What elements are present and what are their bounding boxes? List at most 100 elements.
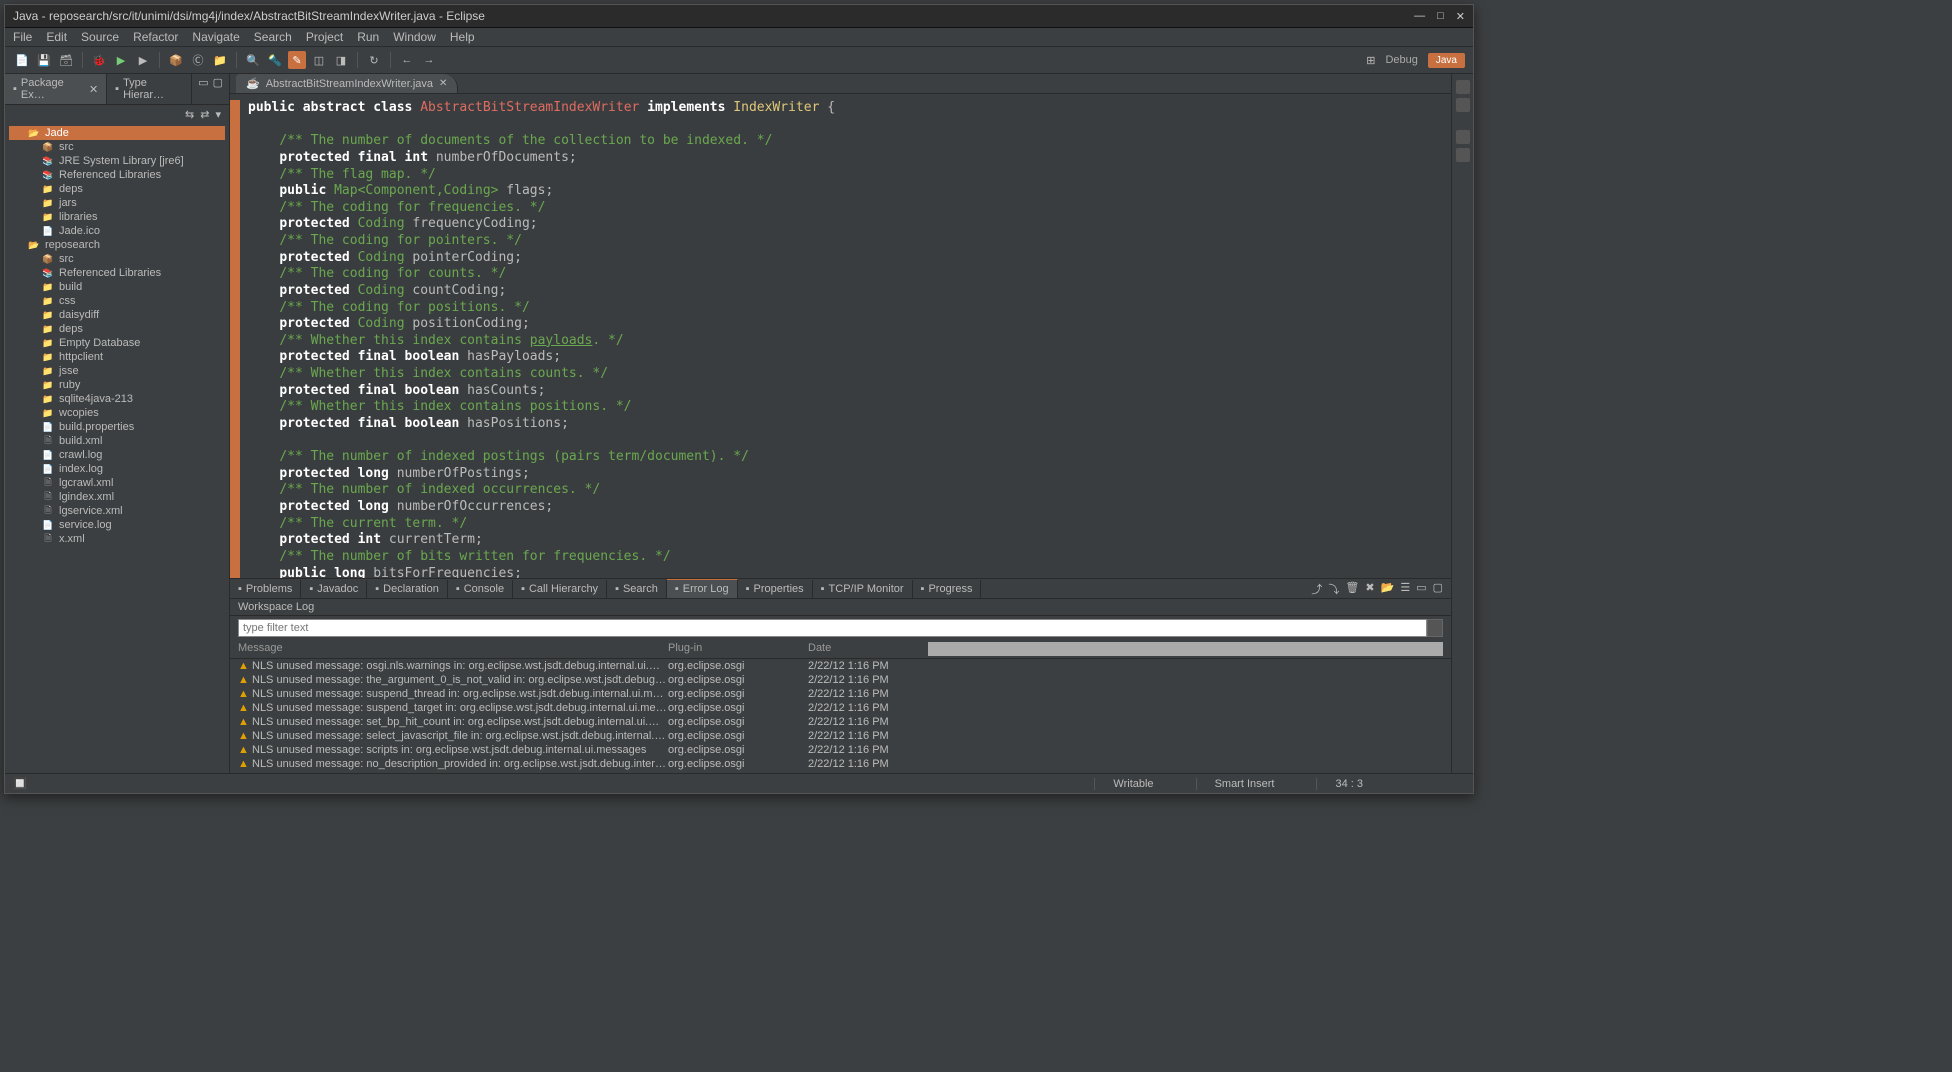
export-icon[interactable]: ⤴ bbox=[1311, 581, 1322, 597]
refresh-icon[interactable]: ↻ bbox=[365, 51, 383, 69]
clear-icon[interactable]: 🗑 bbox=[1345, 581, 1359, 597]
minimize-icon[interactable]: — bbox=[1414, 10, 1425, 23]
tree-row[interactable]: 🗎build.xml bbox=[9, 434, 225, 448]
tree-row[interactable]: 📂reposearch bbox=[9, 238, 225, 252]
run-last-icon[interactable]: ▶ bbox=[134, 51, 152, 69]
bottom-tab-search[interactable]: ▪Search bbox=[607, 580, 667, 598]
min-icon[interactable]: ▭ bbox=[1416, 581, 1426, 597]
tree-row[interactable]: 📚Referenced Libraries bbox=[9, 168, 225, 182]
debug-icon[interactable]: 🐞 bbox=[90, 51, 108, 69]
tree-row[interactable]: 📄Jade.ico bbox=[9, 224, 225, 238]
tree-row[interactable]: 📄crawl.log bbox=[9, 448, 225, 462]
new-folder-icon[interactable]: 📁 bbox=[211, 51, 229, 69]
collapse-all-icon[interactable]: ⇆ bbox=[185, 108, 194, 121]
tree-row[interactable]: 📁deps bbox=[9, 322, 225, 336]
menu-help[interactable]: Help bbox=[450, 30, 475, 44]
view-min-icon[interactable]: ▭ bbox=[198, 76, 208, 102]
open-type-icon[interactable]: 🔍 bbox=[244, 51, 262, 69]
view-menu-icon[interactable]: ▾ bbox=[215, 108, 221, 121]
filter-input[interactable] bbox=[238, 619, 1427, 637]
bottom-tab-tcp-ip-monitor[interactable]: ▪TCP/IP Monitor bbox=[813, 580, 913, 598]
close-tab-icon[interactable]: ✕ bbox=[439, 78, 447, 89]
toggle2-icon[interactable]: ◨ bbox=[332, 51, 350, 69]
log-row[interactable]: ▲NLS unused message: select_javascript_f… bbox=[230, 729, 1451, 743]
log-rows[interactable]: ▲NLS unused message: osgi.nls.warnings i… bbox=[230, 659, 1451, 773]
col-plugin[interactable]: Plug-in bbox=[668, 642, 808, 656]
new-class-icon[interactable]: Ⓒ bbox=[189, 51, 207, 69]
forward-icon[interactable]: → bbox=[420, 51, 438, 69]
menu-refactor[interactable]: Refactor bbox=[133, 30, 178, 44]
open-perspective-icon[interactable]: ⊞ bbox=[1366, 54, 1375, 67]
view-max-icon[interactable]: ▢ bbox=[213, 76, 223, 102]
tree-row[interactable]: 📁httpclient bbox=[9, 350, 225, 364]
col-date[interactable]: Date bbox=[808, 642, 928, 656]
tree-row[interactable]: 📄service.log bbox=[9, 518, 225, 532]
search-icon[interactable]: 🔦 bbox=[266, 51, 284, 69]
menu-file[interactable]: File bbox=[13, 30, 32, 44]
log-row[interactable]: ▲NLS unused message: osgi.nls.warnings i… bbox=[230, 659, 1451, 673]
menu-window[interactable]: Window bbox=[393, 30, 436, 44]
menu-search[interactable]: Search bbox=[254, 30, 292, 44]
new-icon[interactable]: 📄 bbox=[13, 51, 31, 69]
bottom-tab-properties[interactable]: ▪Properties bbox=[738, 580, 813, 598]
debug-perspective[interactable]: Debug bbox=[1379, 52, 1423, 68]
menu-navigate[interactable]: Navigate bbox=[192, 30, 239, 44]
tree-row[interactable]: 📚Referenced Libraries bbox=[9, 266, 225, 280]
view-tab[interactable]: ▪Package Ex…✕ bbox=[5, 74, 107, 104]
menu-source[interactable]: Source bbox=[81, 30, 119, 44]
menu-edit[interactable]: Edit bbox=[46, 30, 67, 44]
tree-row[interactable]: 📁css bbox=[9, 294, 225, 308]
tree-row[interactable]: 📁ruby bbox=[9, 378, 225, 392]
tree-row[interactable]: 📁jars bbox=[9, 196, 225, 210]
tree-row[interactable]: 📁build bbox=[9, 280, 225, 294]
tree-row[interactable]: 📄index.log bbox=[9, 462, 225, 476]
run-icon[interactable]: ▶ bbox=[112, 51, 130, 69]
bottom-tab-console[interactable]: ▪Console bbox=[448, 580, 513, 598]
package-explorer-tree[interactable]: 📂Jade📦src📚JRE System Library [jre6]📚Refe… bbox=[5, 124, 229, 773]
tree-row[interactable]: 📚JRE System Library [jre6] bbox=[9, 154, 225, 168]
filter-icon[interactable]: ☰ bbox=[1400, 581, 1410, 597]
menu-run[interactable]: Run bbox=[357, 30, 379, 44]
open-icon[interactable]: 📂 bbox=[1381, 581, 1395, 597]
delete-icon[interactable]: ✖ bbox=[1365, 581, 1374, 597]
import-icon[interactable]: ⤵ bbox=[1328, 581, 1339, 597]
save-icon[interactable]: 💾 bbox=[35, 51, 53, 69]
tree-row[interactable]: 📁deps bbox=[9, 182, 225, 196]
log-row[interactable]: ▲NLS unused message: set_bp_hit_count in… bbox=[230, 715, 1451, 729]
bottom-tab-call-hierarchy[interactable]: ▪Call Hierarchy bbox=[513, 580, 607, 598]
back-icon[interactable]: ← bbox=[398, 51, 416, 69]
log-row[interactable]: ▲NLS unused message: no_description_prov… bbox=[230, 757, 1451, 771]
tree-row[interactable]: 📦src bbox=[9, 252, 225, 266]
link-editor-icon[interactable]: ⇄ bbox=[200, 108, 209, 121]
code-editor[interactable]: public abstract class AbstractBitStreamI… bbox=[230, 94, 1451, 578]
minimap-mini-icon[interactable] bbox=[1456, 130, 1470, 144]
tree-row[interactable]: 🗎lgservice.xml bbox=[9, 504, 225, 518]
close-icon[interactable]: ✕ bbox=[1456, 10, 1465, 23]
tree-row[interactable]: 📁Empty Database bbox=[9, 336, 225, 350]
bottom-tab-error-log[interactable]: ▪Error Log bbox=[667, 579, 738, 598]
menu-project[interactable]: Project bbox=[306, 30, 343, 44]
tree-row[interactable]: 📦src bbox=[9, 140, 225, 154]
tree-row[interactable]: 📁sqlite4java-213 bbox=[9, 392, 225, 406]
log-row[interactable]: ▲NLS unused message: the_argument_0_is_n… bbox=[230, 673, 1451, 687]
log-row[interactable]: ▲NLS unused message: scripts in: org.ecl… bbox=[230, 743, 1451, 757]
bookmark-mini-icon[interactable] bbox=[1456, 148, 1470, 162]
tree-row[interactable]: 📁libraries bbox=[9, 210, 225, 224]
save-all-icon[interactable]: 🗃 bbox=[57, 51, 75, 69]
outline-mini-icon[interactable] bbox=[1456, 80, 1470, 94]
tree-row[interactable]: 📁jsse bbox=[9, 364, 225, 378]
toggle-icon[interactable]: ◫ bbox=[310, 51, 328, 69]
bottom-tab-progress[interactable]: ▪Progress bbox=[913, 580, 982, 598]
bottom-tab-javadoc[interactable]: ▪Javadoc bbox=[301, 580, 367, 598]
tree-row[interactable]: 🗎x.xml bbox=[9, 532, 225, 546]
java-perspective[interactable]: Java bbox=[1428, 53, 1465, 68]
tree-row[interactable]: 📂Jade bbox=[9, 126, 225, 140]
max-icon[interactable]: ▢ bbox=[1433, 581, 1443, 597]
tree-row[interactable]: 📄build.properties bbox=[9, 420, 225, 434]
tree-row[interactable]: 📁daisydiff bbox=[9, 308, 225, 322]
tasklist-mini-icon[interactable] bbox=[1456, 98, 1470, 112]
maximize-icon[interactable]: □ bbox=[1437, 10, 1444, 23]
view-tab[interactable]: ▪Type Hierar… bbox=[107, 74, 192, 104]
close-view-icon[interactable]: ✕ bbox=[89, 83, 98, 96]
col-message[interactable]: Message bbox=[238, 642, 668, 656]
